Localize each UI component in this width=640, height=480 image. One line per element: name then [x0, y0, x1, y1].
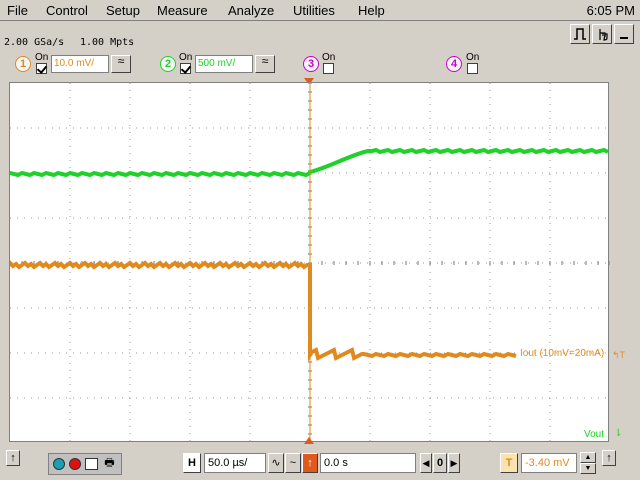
- channel-2-on-label: On: [179, 52, 193, 63]
- horizontal-fine-button[interactable]: ∿: [268, 453, 284, 473]
- channel-1-coupling-button[interactable]: ≈: [111, 55, 131, 73]
- channel-1-ground-marker[interactable]: ↰T: [612, 350, 625, 361]
- menu-utilities[interactable]: Utilities: [293, 3, 335, 18]
- channel-2-on-checkbox[interactable]: [180, 63, 191, 74]
- triangle-right-icon: ▶: [450, 458, 458, 468]
- arrow-up-icon: ↑: [606, 452, 612, 464]
- stop-icon[interactable]: [69, 458, 81, 470]
- acquisition-control-group: 🖶: [48, 453, 122, 475]
- clock: 6:05 PM: [586, 3, 635, 18]
- wave-icon: ∿: [271, 457, 281, 469]
- delay-zero-button[interactable]: 0: [433, 453, 447, 473]
- channel-1-number[interactable]: 1: [15, 56, 31, 72]
- channel-row: 1 On 10.0 mV/ ≈ 2 On 500 mV/ ≈ 3 On 4 On: [0, 49, 640, 79]
- wave-icon: ≈: [117, 54, 125, 68]
- single-run-icon[interactable]: [53, 458, 65, 470]
- autoscale-icon[interactable]: [85, 458, 98, 470]
- channel-1-scale[interactable]: 10.0 mV/: [51, 55, 109, 73]
- menu-bar: File Control Setup Measure Analyze Utili…: [0, 0, 640, 21]
- menu-measure[interactable]: Measure: [157, 3, 208, 18]
- minimize-icon: [620, 37, 628, 39]
- channel-2-number[interactable]: 2: [160, 56, 176, 72]
- channel-4-on-label: On: [466, 52, 480, 63]
- channel-3-on-checkbox[interactable]: [323, 63, 334, 74]
- pulse-icon: [574, 28, 586, 40]
- horizontal-button[interactable]: H: [183, 453, 201, 473]
- channel-2-ground-marker[interactable]: ⇂: [614, 428, 622, 439]
- memory-depth: 1.00 Mpts: [80, 37, 135, 48]
- delay-right-button[interactable]: ▶: [448, 453, 460, 473]
- horizontal-delay-field[interactable]: 0.0 s: [320, 453, 416, 473]
- channel-1-on-label: On: [35, 52, 49, 63]
- menu-setup[interactable]: Setup: [106, 3, 140, 18]
- vout-trace-label: Vout: [584, 429, 605, 440]
- menu-analyze[interactable]: Analyze: [228, 3, 274, 18]
- menu-control[interactable]: Control: [46, 3, 88, 18]
- channel-2-coupling-button[interactable]: ≈: [255, 55, 275, 73]
- delay-reference-button[interactable]: ↑: [302, 453, 318, 473]
- sample-rate: 2.00 GSa/s: [4, 37, 65, 48]
- expand-up-right-button[interactable]: ↑: [602, 450, 616, 466]
- delay-left-button[interactable]: ◀: [420, 453, 432, 473]
- trigger-level-field[interactable]: -3.40 mV: [521, 453, 577, 473]
- channel-1-trace: [10, 260, 517, 362]
- triangle-down-icon: ▼: [584, 465, 592, 472]
- triangle-up-icon: ▲: [584, 454, 592, 461]
- waveform-display[interactable]: Iout (10mV=20mA) Vout: [9, 82, 610, 443]
- trigger-position-marker-bottom[interactable]: [304, 437, 314, 445]
- horizontal-coarse-button[interactable]: ~: [285, 453, 301, 473]
- minimize-button[interactable]: [614, 24, 634, 44]
- trigger-button[interactable]: T: [500, 453, 518, 473]
- pointer-mode-button[interactable]: [592, 24, 612, 44]
- trigger-arrow-icon: ↑: [307, 457, 313, 469]
- trigger-level-up-button[interactable]: ▲: [580, 452, 596, 463]
- arrow-up-icon: ↑: [10, 452, 16, 464]
- menu-help[interactable]: Help: [358, 3, 385, 18]
- horizontal-scale-field[interactable]: 50.0 µs/: [204, 453, 266, 473]
- print-icon[interactable]: 🖶: [102, 457, 117, 471]
- iout-trace-label: Iout (10mV=20mA): [520, 348, 605, 359]
- channel-4-number[interactable]: 4: [446, 56, 462, 72]
- triangle-left-icon: ◀: [422, 458, 430, 468]
- channel-3-number[interactable]: 3: [303, 56, 319, 72]
- wave-icon: ≈: [261, 54, 269, 68]
- channel-2-trace: [10, 147, 609, 178]
- channel-4-on-checkbox[interactable]: [467, 63, 478, 74]
- wave-icon: ~: [289, 457, 297, 469]
- waveform-grid: [10, 83, 610, 443]
- menu-file[interactable]: File: [7, 3, 28, 18]
- trigger-level-down-button[interactable]: ▼: [580, 463, 596, 474]
- channel-1-on-checkbox[interactable]: [36, 63, 47, 74]
- pulse-mode-button[interactable]: [570, 24, 590, 44]
- channel-3-on-label: On: [322, 52, 336, 63]
- bottom-toolbar: ↑ 🖶 H 50.0 µs/ ∿ ~ ↑ 0.0 s ◀ 0 ▶ T -3.40…: [0, 448, 640, 480]
- expand-up-button[interactable]: ↑: [6, 450, 20, 466]
- hand-pointer-icon: [599, 29, 608, 41]
- channel-2-scale[interactable]: 500 mV/: [195, 55, 253, 73]
